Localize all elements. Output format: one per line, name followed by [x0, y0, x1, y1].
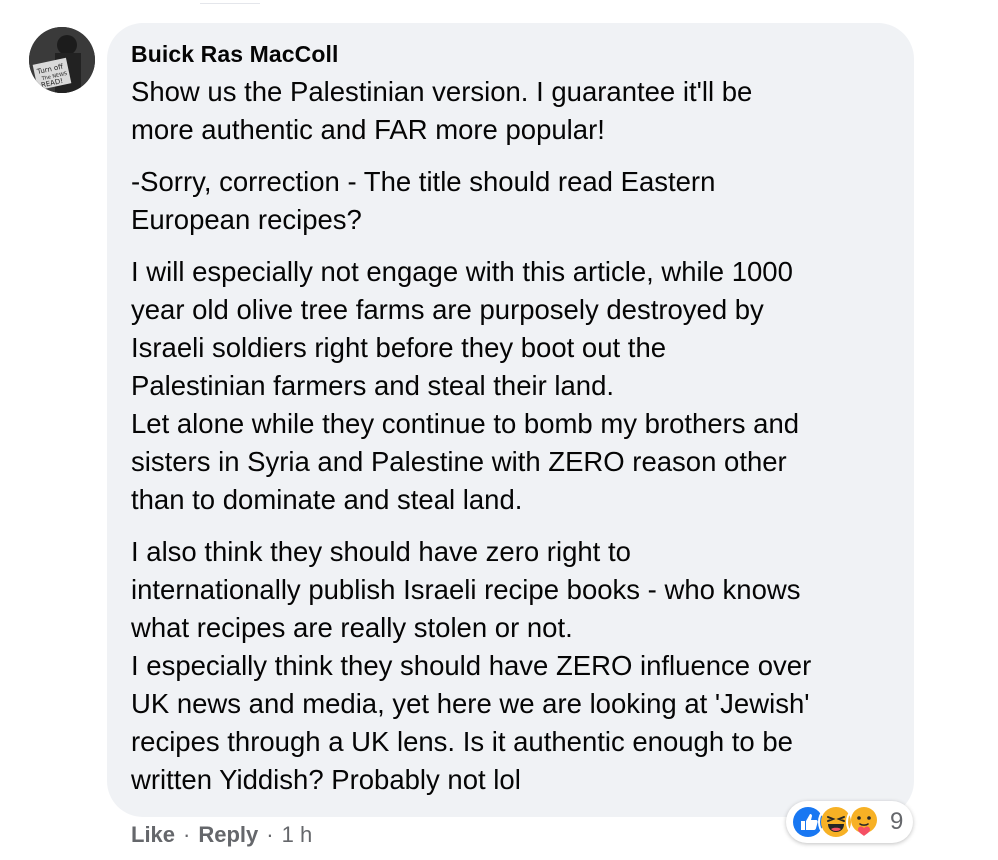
comment-line: -Sorry, correction - The title should re…	[131, 166, 716, 197]
comment-line: written Yiddish? Probably not lol	[131, 764, 521, 795]
comment-line: I will especially not engage with this a…	[131, 256, 793, 287]
comment-line: Let alone while they continue to bomb my…	[131, 408, 800, 439]
comment-line: Palestinian farmers and steal their land…	[131, 370, 615, 401]
reactions-summary[interactable]: 9	[786, 801, 914, 843]
comment-line: European recipes?	[131, 204, 362, 235]
comment-bubble: Buick Ras MacColl Show us the Palestinia…	[107, 23, 914, 817]
like-button[interactable]: Like	[131, 820, 175, 850]
reply-button[interactable]: Reply	[198, 820, 258, 850]
comment-line: more authentic and FAR more popular!	[131, 114, 605, 145]
comment-paragraph-3: I will especially not engage with this a…	[131, 253, 894, 519]
comment-actions: Like · Reply · 1 h	[131, 820, 312, 850]
comment-author[interactable]: Buick Ras MacColl	[131, 39, 894, 69]
comment-line: Show us the Palestinian version. I guara…	[131, 76, 753, 107]
thread-connector	[200, 0, 260, 4]
comment-paragraph-2: -Sorry, correction - The title should re…	[131, 163, 894, 239]
reaction-count: 9	[890, 808, 904, 835]
avatar-image: Turn off The NEWS READ!	[29, 27, 95, 93]
comment-line: sisters in Syria and Palestine with ZERO…	[131, 446, 787, 477]
comment-line: what recipes are really stolen or not.	[131, 612, 573, 643]
comment-line: Israeli soldiers right before they boot …	[131, 332, 667, 363]
comment-line: I also think they should have zero right…	[131, 536, 631, 567]
comment-line: recipes through a UK lens. Is it authent…	[131, 726, 793, 757]
separator-dot: ·	[183, 822, 191, 847]
comment-line: year old olive tree farms are purposely …	[131, 294, 764, 325]
comment-line: UK news and media, yet here we are looki…	[131, 688, 810, 719]
comment-line: I especially think they should have ZERO…	[131, 650, 812, 681]
comment-paragraph-1: Show us the Palestinian version. I guara…	[131, 73, 894, 149]
comment-line: internationally publish Israeli recipe b…	[131, 574, 801, 605]
comment-timestamp[interactable]: 1 h	[282, 820, 313, 850]
comment-line: than to dominate and steal land.	[131, 484, 523, 515]
avatar[interactable]: Turn off The NEWS READ!	[29, 27, 95, 93]
separator-dot: ·	[266, 822, 274, 847]
care-icon	[846, 804, 882, 840]
comment-paragraph-4: I also think they should have zero right…	[131, 533, 894, 799]
